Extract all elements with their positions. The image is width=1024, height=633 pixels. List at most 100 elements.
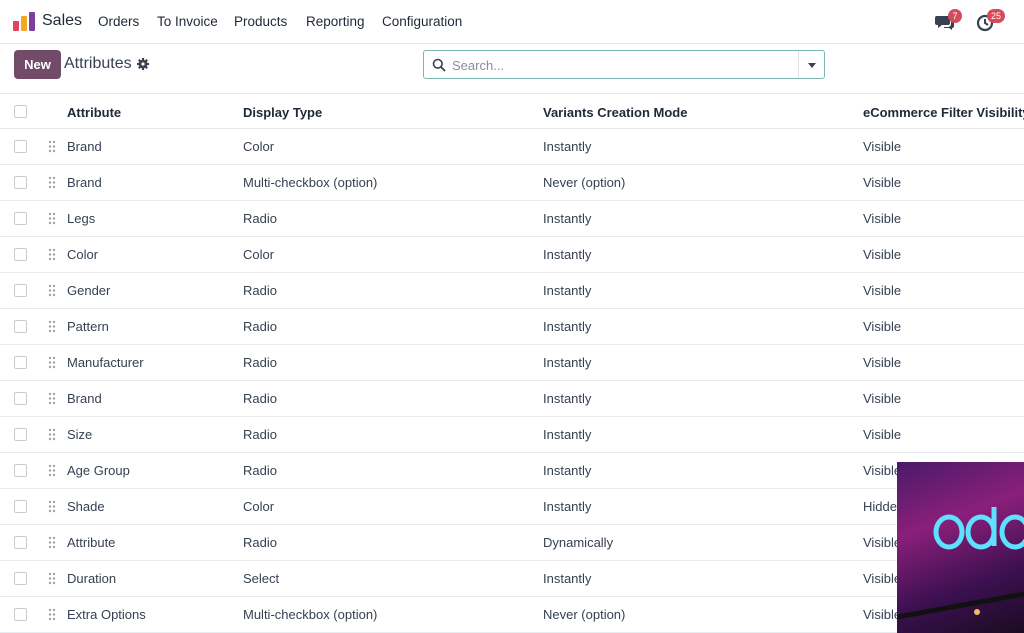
cell-variants-creation-mode: Instantly [543, 139, 592, 154]
new-button[interactable]: New [14, 50, 61, 79]
table-row[interactable]: Extra Options Multi-checkbox (option) Neve… [0, 597, 1024, 633]
cell-display-type: Radio [243, 391, 277, 406]
search-box [423, 50, 825, 79]
drag-handle-icon[interactable] [48, 500, 56, 513]
drag-handle-icon[interactable] [48, 176, 56, 189]
column-header-attribute[interactable]: Attribute [67, 105, 121, 120]
cell-ecommerce-visibility: Visible [863, 283, 902, 298]
table-row[interactable]: Gender Radio Instantly Visible [0, 273, 1024, 309]
cell-ecommerce-visibility: Visible [863, 175, 902, 190]
table-row[interactable]: Brand Multi-checkbox (option) Never (optio… [0, 165, 1024, 201]
column-header-ecommerce-filter-visibility[interactable]: eCommerce Filter Visibility [863, 105, 1024, 120]
drag-handle-icon[interactable] [48, 248, 56, 261]
cell-variants-creation-mode: Instantly [543, 499, 592, 514]
cell-ecommerce-visibility: Visible [863, 535, 902, 550]
row-checkbox[interactable] [14, 572, 27, 585]
row-checkbox[interactable] [14, 464, 27, 477]
cell-attribute: Brand [67, 391, 102, 406]
cell-variants-creation-mode: Instantly [543, 355, 592, 370]
table-row[interactable]: Duration Select Instantly Visible [0, 561, 1024, 597]
cell-attribute: Size [67, 427, 93, 442]
row-checkbox[interactable] [14, 284, 27, 297]
sales-app-icon[interactable] [13, 12, 35, 31]
table-row[interactable]: Age Group Radio Instantly Visible [0, 453, 1024, 489]
cell-ecommerce-visibility: Visible [863, 571, 902, 586]
search-input[interactable] [452, 55, 792, 75]
table-row[interactable]: Size Radio Instantly Visible [0, 417, 1024, 453]
cell-variants-creation-mode: Never (option) [543, 607, 626, 622]
row-checkbox[interactable] [14, 608, 27, 621]
cell-variants-creation-mode: Instantly [543, 319, 592, 334]
drag-handle-icon[interactable] [48, 464, 56, 477]
table-row[interactable]: Color Color Instantly Visible [0, 237, 1024, 273]
row-checkbox[interactable] [14, 536, 27, 549]
search-options-toggle[interactable] [798, 51, 824, 78]
cell-attribute: Manufacturer [67, 355, 144, 370]
table-row[interactable]: Brand Color Instantly Visible [0, 129, 1024, 165]
table-row[interactable]: Pattern Radio Instantly Visible [0, 309, 1024, 345]
table-row[interactable]: Shade Color Instantly Hidden [0, 489, 1024, 525]
cell-display-type: Radio [243, 427, 277, 442]
activities-badge: 25 [987, 9, 1006, 23]
row-checkbox[interactable] [14, 500, 27, 513]
caret-down-icon [808, 63, 816, 68]
menu-products[interactable]: Products [234, 14, 287, 29]
odoo-logo-neon [897, 507, 1024, 620]
drag-handle-icon[interactable] [48, 608, 56, 621]
drag-handle-icon[interactable] [48, 392, 56, 405]
row-checkbox[interactable] [14, 356, 27, 369]
menu-orders[interactable]: Orders [98, 14, 139, 29]
attributes-list: Attribute Display Type Variants Creation… [0, 93, 1024, 633]
cell-attribute: Extra Options [67, 607, 146, 622]
cell-ecommerce-visibility: Visible [863, 427, 902, 442]
page-title: Attributes [64, 55, 132, 72]
cell-variants-creation-mode: Instantly [543, 247, 592, 262]
cell-variants-creation-mode: Instantly [543, 427, 592, 442]
table-row[interactable]: Manufacturer Radio Instantly Visible [0, 345, 1024, 381]
drag-handle-icon[interactable] [48, 212, 56, 225]
menu-to-invoice[interactable]: To Invoice [157, 14, 218, 29]
app-name[interactable]: Sales [42, 12, 82, 30]
cell-display-type: Select [243, 571, 280, 586]
row-checkbox[interactable] [14, 248, 27, 261]
cell-ecommerce-visibility: Visible [863, 391, 902, 406]
row-checkbox[interactable] [14, 428, 27, 441]
table-row[interactable]: Brand Radio Instantly Visible [0, 381, 1024, 417]
drag-handle-icon[interactable] [48, 320, 56, 333]
top-navbar: Sales Orders To Invoice Products Reporti… [0, 0, 1024, 44]
row-checkbox[interactable] [14, 140, 27, 153]
cell-attribute: Attribute [67, 535, 116, 550]
drag-handle-icon[interactable] [48, 572, 56, 585]
column-header-variants-creation-mode[interactable]: Variants Creation Mode [543, 105, 687, 120]
drag-handle-icon[interactable] [48, 356, 56, 369]
row-checkbox[interactable] [14, 176, 27, 189]
cell-display-type: Radio [243, 211, 277, 226]
cell-display-type: Color [243, 499, 275, 514]
menu-reporting[interactable]: Reporting [306, 14, 365, 29]
select-all-checkbox[interactable] [14, 105, 27, 118]
cell-display-type: Radio [243, 283, 277, 298]
column-header-display-type[interactable]: Display Type [243, 105, 322, 120]
drag-handle-icon[interactable] [48, 536, 56, 549]
table-row[interactable]: Attribute Radio Dynamically Visible [0, 525, 1024, 561]
cell-attribute: Shade [67, 499, 105, 514]
menu-configuration[interactable]: Configuration [382, 14, 462, 29]
cell-attribute: Age Group [67, 463, 130, 478]
cell-attribute: Gender [67, 283, 111, 298]
cell-display-type: Radio [243, 355, 277, 370]
table-header: Attribute Display Type Variants Creation… [0, 93, 1024, 129]
drag-handle-icon[interactable] [48, 428, 56, 441]
row-checkbox[interactable] [14, 320, 27, 333]
search-icon [432, 58, 446, 72]
cell-display-type: Color [243, 139, 275, 154]
cell-variants-creation-mode: Instantly [543, 463, 592, 478]
cell-variants-creation-mode: Instantly [543, 283, 592, 298]
cell-display-type: Radio [243, 535, 277, 550]
table-row[interactable]: Legs Radio Instantly Visible [0, 201, 1024, 237]
cell-attribute: Legs [67, 211, 96, 226]
drag-handle-icon[interactable] [48, 140, 56, 153]
drag-handle-icon[interactable] [48, 284, 56, 297]
gear-icon[interactable] [137, 58, 149, 70]
row-checkbox[interactable] [14, 392, 27, 405]
row-checkbox[interactable] [14, 212, 27, 225]
